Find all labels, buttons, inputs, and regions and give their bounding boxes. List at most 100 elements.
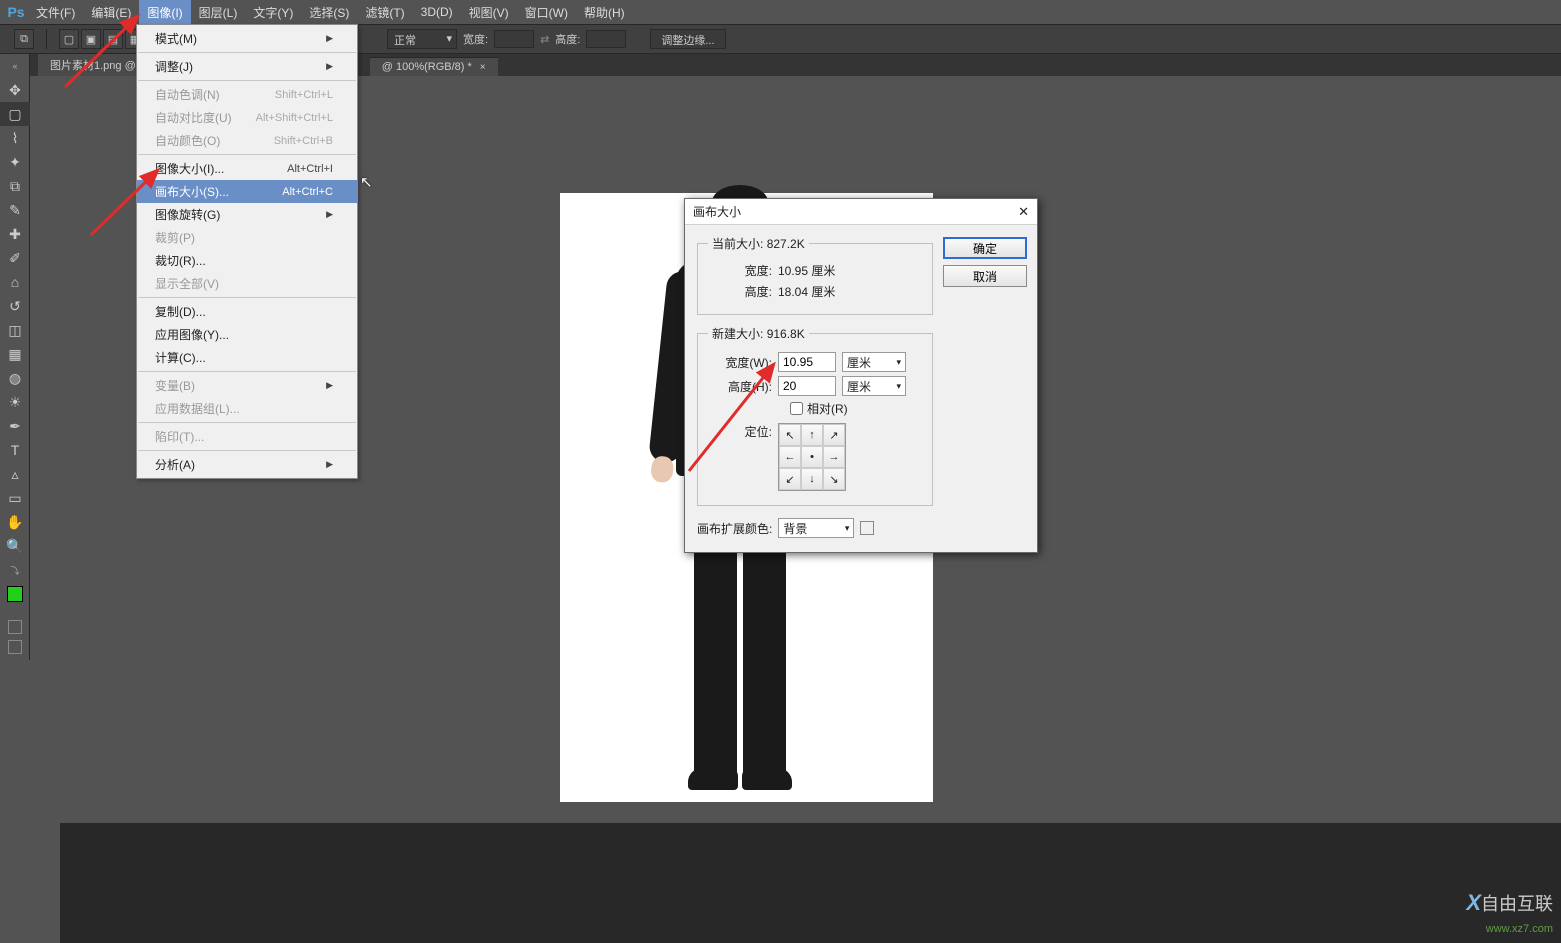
menu-select[interactable]: 选择(S) bbox=[301, 0, 357, 25]
lasso-tool-icon[interactable]: ⌇ bbox=[0, 126, 30, 150]
swap-colors-icon[interactable]: ⤵ bbox=[0, 558, 30, 582]
menu-auto-color[interactable]: 自动颜色(O)Shift+Ctrl+B bbox=[137, 129, 357, 152]
ok-button[interactable]: 确定 bbox=[943, 237, 1027, 259]
menu-mode[interactable]: 模式(M)▶ bbox=[137, 27, 357, 50]
marquee-tool-icon[interactable]: ▢ bbox=[0, 102, 30, 126]
color-swatches[interactable] bbox=[0, 586, 30, 614]
tab-1[interactable]: 图片素材1.png @ bbox=[38, 53, 148, 76]
menu-3d[interactable]: 3D(D) bbox=[413, 1, 461, 23]
chevron-right-icon: ▶ bbox=[326, 33, 333, 44]
foreground-swatch[interactable] bbox=[7, 586, 23, 602]
relative-checkbox[interactable] bbox=[790, 402, 803, 415]
menu-layer[interactable]: 图层(L) bbox=[191, 0, 246, 25]
menu-edit[interactable]: 编辑(E) bbox=[83, 0, 139, 25]
menu-apply-image[interactable]: 应用图像(Y)... bbox=[137, 323, 357, 346]
width-field[interactable] bbox=[494, 30, 534, 48]
dialog-titlebar[interactable]: 画布大小 ✕ bbox=[685, 199, 1037, 225]
dodge-tool-icon[interactable]: ☀ bbox=[0, 390, 30, 414]
path-tool-icon[interactable]: ▵ bbox=[0, 462, 30, 486]
dialog-title: 画布大小 bbox=[693, 203, 741, 220]
menu-type[interactable]: 文字(Y) bbox=[245, 0, 301, 25]
close-icon[interactable]: ✕ bbox=[1018, 204, 1029, 220]
ext-color-swatch[interactable] bbox=[860, 521, 874, 535]
menu-filter[interactable]: 滤镜(T) bbox=[357, 0, 412, 25]
screenmode-icon[interactable] bbox=[8, 640, 22, 654]
menu-trap[interactable]: 陷印(T)... bbox=[137, 425, 357, 448]
menu-calculations[interactable]: 计算(C)... bbox=[137, 346, 357, 369]
eyedropper-tool-icon[interactable]: ✎ bbox=[0, 198, 30, 222]
cur-width-label: 宽度: bbox=[708, 262, 772, 279]
menu-auto-contrast[interactable]: 自动对比度(U)Alt+Shift+Ctrl+L bbox=[137, 106, 357, 129]
selection-sub-icon[interactable]: ▤ bbox=[103, 29, 123, 49]
crop-tool-icon[interactable]: ⧉ bbox=[0, 174, 30, 198]
anchor-tl[interactable]: ↖ bbox=[779, 424, 801, 446]
menu-variables[interactable]: 变量(B)▶ bbox=[137, 374, 357, 397]
height-field[interactable] bbox=[586, 30, 626, 48]
style-combo[interactable]: 正常 bbox=[387, 29, 457, 49]
anchor-r[interactable]: → bbox=[823, 446, 845, 468]
blur-tool-icon[interactable]: ◍ bbox=[0, 366, 30, 390]
tab-2-label: @ 100%(RGB/8) * bbox=[382, 61, 472, 73]
history-brush-tool-icon[interactable]: ↺ bbox=[0, 294, 30, 318]
menu-window[interactable]: 窗口(W) bbox=[517, 0, 576, 25]
gradient-tool-icon[interactable]: ▦ bbox=[0, 342, 30, 366]
watermark: X自由互联 www.xz7.com bbox=[1466, 890, 1553, 937]
menu-apply-dataset[interactable]: 应用数据组(L)... bbox=[137, 397, 357, 420]
collapse-icon[interactable]: « bbox=[0, 54, 30, 78]
heal-tool-icon[interactable]: ✚ bbox=[0, 222, 30, 246]
height-unit-select[interactable]: 厘米 bbox=[842, 376, 906, 396]
anchor-c[interactable]: • bbox=[801, 446, 823, 468]
anchor-bl[interactable]: ↙ bbox=[779, 468, 801, 490]
menu-trim[interactable]: 裁切(R)... bbox=[137, 249, 357, 272]
refine-edge-button[interactable]: 调整边缘... bbox=[650, 29, 725, 49]
pen-tool-icon[interactable]: ✒ bbox=[0, 414, 30, 438]
menu-reveal-all[interactable]: 显示全部(V) bbox=[137, 272, 357, 295]
wand-tool-icon[interactable]: ✦ bbox=[0, 150, 30, 174]
anchor-l[interactable]: ← bbox=[779, 446, 801, 468]
anchor-tr[interactable]: ↗ bbox=[823, 424, 845, 446]
selection-mode-group: ▢ ▣ ▤ ▦ bbox=[59, 29, 145, 49]
menu-analysis[interactable]: 分析(A)▶ bbox=[137, 453, 357, 476]
menu-auto-tone[interactable]: 自动色调(N)Shift+Ctrl+L bbox=[137, 83, 357, 106]
menu-duplicate[interactable]: 复制(D)... bbox=[137, 300, 357, 323]
width-unit-select[interactable]: 厘米 bbox=[842, 352, 906, 372]
brush-tool-icon[interactable]: ✐ bbox=[0, 246, 30, 270]
anchor-br[interactable]: ↘ bbox=[823, 468, 845, 490]
anchor-t[interactable]: ↑ bbox=[801, 424, 823, 446]
new-height-input[interactable] bbox=[778, 376, 836, 396]
menu-image[interactable]: 图像(I) bbox=[139, 0, 190, 25]
menu-canvas-size[interactable]: 画布大小(S)...Alt+Ctrl+C bbox=[137, 180, 357, 203]
eraser-tool-icon[interactable]: ◫ bbox=[0, 318, 30, 342]
close-icon[interactable]: × bbox=[480, 62, 486, 73]
menu-image-size[interactable]: 图像大小(I)...Alt+Ctrl+I bbox=[137, 157, 357, 180]
hand-tool-icon[interactable]: ✋ bbox=[0, 510, 30, 534]
type-tool-icon[interactable]: T bbox=[0, 438, 30, 462]
menu-adjustments[interactable]: 调整(J)▶ bbox=[137, 55, 357, 78]
width-label: 宽度: bbox=[463, 31, 488, 47]
new-width-input[interactable] bbox=[778, 352, 836, 372]
selection-new-icon[interactable]: ▢ bbox=[59, 29, 79, 49]
menu-help[interactable]: 帮助(H) bbox=[576, 0, 633, 25]
zoom-tool-icon[interactable]: 🔍 bbox=[0, 534, 30, 558]
menu-image-rotation[interactable]: 图像旋转(G)▶ bbox=[137, 203, 357, 226]
bottom-background bbox=[60, 823, 1561, 943]
anchor-b[interactable]: ↓ bbox=[801, 468, 823, 490]
tool-preset-icon[interactable]: ⧉ bbox=[14, 29, 34, 49]
tab-2[interactable]: @ 100%(RGB/8) * × bbox=[370, 57, 498, 76]
quickmask-icon[interactable] bbox=[8, 620, 22, 634]
menu-file[interactable]: 文件(F) bbox=[28, 0, 83, 25]
height-label: 高度: bbox=[555, 31, 580, 47]
menu-view[interactable]: 视图(V) bbox=[461, 0, 517, 25]
cur-height-label: 高度: bbox=[708, 283, 772, 300]
new-width-label: 宽度(W): bbox=[708, 354, 772, 371]
cancel-button[interactable]: 取消 bbox=[943, 265, 1027, 287]
move-tool-icon[interactable]: ✥ bbox=[0, 78, 30, 102]
stamp-tool-icon[interactable]: ⌂ bbox=[0, 270, 30, 294]
swap-wh-icon[interactable]: ⇄ bbox=[540, 33, 549, 46]
current-size-group: 当前大小: 827.2K 宽度:10.95 厘米 高度:18.04 厘米 bbox=[697, 235, 933, 315]
menu-crop[interactable]: 裁剪(P) bbox=[137, 226, 357, 249]
chevron-right-icon: ▶ bbox=[326, 61, 333, 72]
ext-color-select[interactable]: 背景 bbox=[778, 518, 854, 538]
shape-tool-icon[interactable]: ▭ bbox=[0, 486, 30, 510]
selection-add-icon[interactable]: ▣ bbox=[81, 29, 101, 49]
